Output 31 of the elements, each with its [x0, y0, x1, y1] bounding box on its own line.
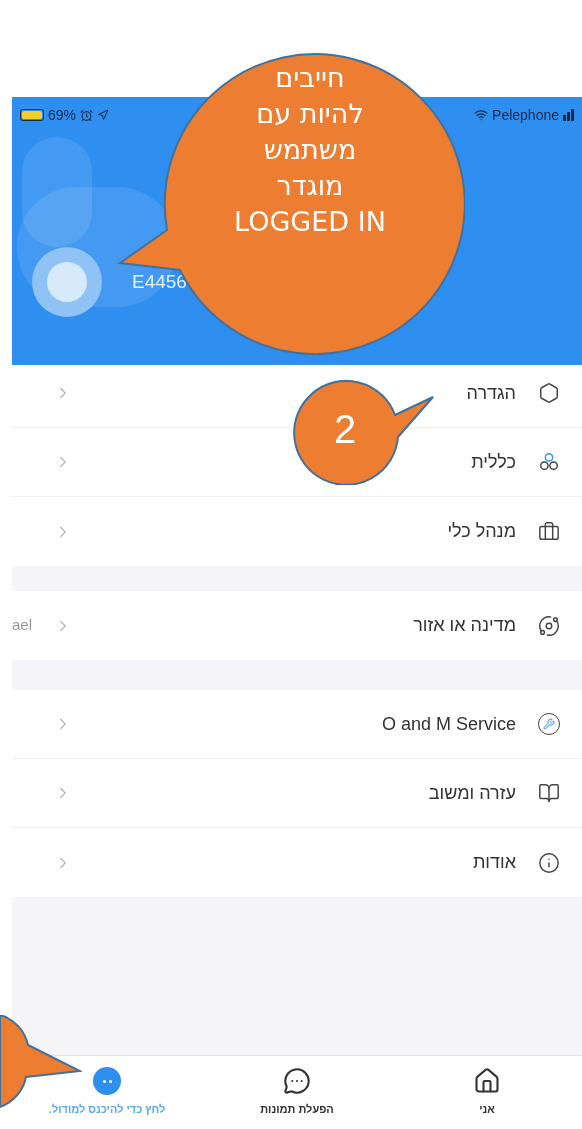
planet-icon	[538, 614, 560, 637]
carrier-name: Pelephone	[492, 105, 559, 125]
menu-item[interactable]: O and M Service	[12, 690, 582, 759]
menu-label: אודות	[472, 851, 516, 874]
wifi-icon	[474, 108, 489, 122]
dots-icon	[93, 1067, 121, 1096]
chat-icon	[283, 1067, 311, 1096]
user-name: E4456	[132, 269, 187, 294]
menu-label: כללית	[471, 450, 516, 474]
menu-item[interactable]: אודות	[12, 828, 582, 897]
location-icon	[97, 109, 110, 121]
tab[interactable]: אני	[392, 1056, 582, 1129]
menu-value: ael	[12, 615, 33, 636]
info-icon	[538, 851, 560, 874]
alarm-icon	[80, 108, 94, 122]
signal-icon	[563, 109, 574, 121]
menu-label: מדינה או אזור	[413, 614, 516, 637]
battery-icon	[20, 109, 44, 121]
menu-label: עזרה ומשוב	[428, 781, 516, 805]
toolbox-icon	[538, 520, 560, 543]
menu-item[interactable]: מנהל כלי	[12, 497, 582, 566]
menu-label: O and M Service	[381, 712, 516, 736]
menu-label: מנהל כלי	[447, 520, 516, 543]
book-icon	[538, 782, 560, 804]
tab[interactable]: הפעלת תמונות	[202, 1056, 392, 1129]
home-icon	[473, 1067, 501, 1096]
battery-percentage: 69%	[48, 105, 77, 125]
settings-icon	[538, 382, 560, 404]
menu-item[interactable]: עזרה ומשוב	[12, 759, 582, 828]
menu-label: הגדרה	[466, 381, 516, 405]
three-circles-icon	[538, 451, 560, 473]
